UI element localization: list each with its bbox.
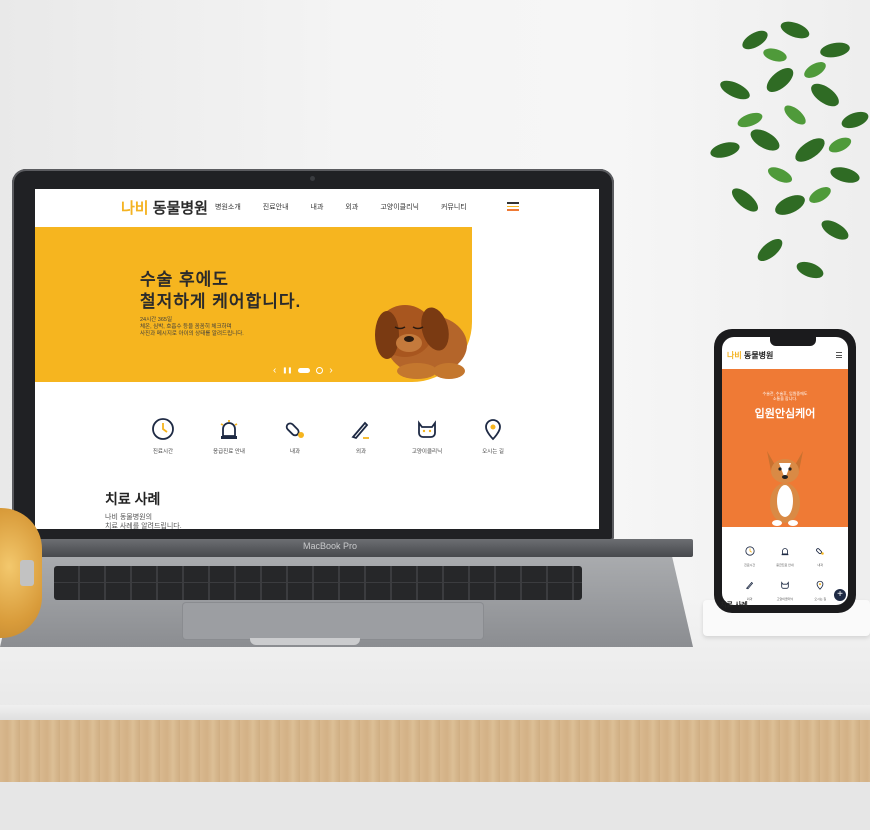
slider-dot-active[interactable] — [298, 368, 311, 373]
laptop-model-label: MacBook Pro — [302, 541, 358, 551]
keyboard-row-divider — [54, 582, 582, 583]
quick-item-hours[interactable]: 진료시간 — [133, 417, 193, 455]
quick-item-label: 외과 — [355, 449, 367, 455]
quick-item-emergency[interactable]: 응급진료 안내 — [199, 417, 259, 455]
clock-icon — [152, 418, 174, 440]
quick-menu: 진료시간 응급진료 안내 내과 외과 고양이클리닉 오시는 길 — [133, 417, 523, 455]
cat-icon — [418, 420, 436, 438]
clock-icon — [745, 546, 755, 556]
mobile-quick-internal[interactable]: 내과 — [803, 543, 838, 567]
pill-icon — [285, 422, 304, 438]
desktop-nav: 나비 동물병원 병원소개 진료안내 내과 외과 고양이클리닉 커뮤니티 — [35, 189, 599, 227]
scalpel-icon — [745, 581, 753, 590]
case-section-title: 치료 사례 — [105, 491, 161, 507]
slider-pause-button[interactable]: ❚❚ — [282, 367, 292, 374]
slider-prev-button[interactable]: ‹ — [273, 365, 276, 376]
mobile-quick-menu: 진료시간 응급진료 안내 내과 외과 고양이클리닉 오시는 길 — [732, 543, 838, 601]
location-pin-icon — [816, 580, 824, 590]
quick-item-internal[interactable]: 내과 — [265, 417, 325, 455]
phone-screen: 나비 동물병원 수술전, 수술후, 입원중에도 소통을 합니다. 입원안심케어 … — [722, 337, 848, 605]
mobile-quick-label: 응급진료 안내 — [776, 563, 794, 567]
smartphone: 나비 동물병원 수술전, 수술후, 입원중에도 소통을 합니다. 입원안심케어 … — [714, 329, 856, 613]
mobile-logo[interactable]: 나비 동물병원 — [727, 350, 773, 361]
pill-icon — [816, 548, 825, 555]
slider-dot[interactable] — [316, 367, 324, 374]
mobile-quick-emergency[interactable]: 응급진료 안내 — [767, 543, 802, 567]
menu-item-treatment-info[interactable]: 진료안내 — [263, 202, 289, 212]
corgi-puppy-image — [767, 451, 803, 526]
headphone-hinge — [20, 560, 34, 586]
quick-item-cat-clinic[interactable]: 고양이클리닉 — [397, 417, 457, 455]
location-pin-icon — [485, 419, 501, 441]
floor — [0, 782, 870, 830]
menu-item-community[interactable]: 커뮤니티 — [441, 202, 467, 212]
mobile-quick-label: 내과 — [817, 563, 824, 567]
mobile-hero-title: 입원안심케어 — [754, 408, 816, 420]
scalpel-icon — [351, 421, 369, 440]
mobile-quick-label: 오시는 길 — [814, 597, 827, 601]
case-section-subtitle: 나비 동물병원의 치료 사례를 알려드립니다. — [105, 514, 182, 529]
mobile-hero-banner: 수술전, 수술후, 입원중에도 소통을 합니다. 입원안심케어 — [722, 369, 848, 527]
mobile-quick-surgery[interactable]: 외과 — [732, 577, 767, 601]
mobile-logo-primary: 나비 — [727, 351, 742, 360]
menu-item-surgery[interactable]: 외과 — [345, 202, 358, 212]
hamburger-menu-icon[interactable] — [507, 202, 519, 211]
quick-item-label: 내과 — [289, 449, 301, 455]
slider-controls: ‹ ❚❚ › — [273, 365, 333, 376]
mobile-fab-add-button[interactable]: + — [834, 589, 846, 601]
quick-item-location[interactable]: 오시는 길 — [463, 417, 523, 455]
logo-text-secondary: 동물병원 — [148, 200, 208, 217]
desktop-logo[interactable]: 나비 동물병원 — [121, 197, 208, 218]
plant-decoration — [710, 21, 869, 279]
laptop-lid: 나비 동물병원 병원소개 진료안내 내과 외과 고양이클리닉 커뮤니티 수술 후… — [12, 169, 614, 541]
logo-text-primary: 나비 — [121, 200, 149, 217]
mobile-case-title: 치료 사례 — [720, 602, 748, 609]
menu-item-cat-clinic[interactable]: 고양이클리닉 — [380, 202, 419, 212]
desktop-menu: 병원소개 진료안내 내과 외과 고양이클리닉 커뮤니티 — [215, 202, 489, 212]
quick-item-label: 응급진료 안내 — [213, 449, 245, 455]
siren-icon — [220, 420, 238, 439]
laptop-trackpad — [183, 603, 483, 639]
mobile-quick-label: 진료시간 — [744, 563, 756, 567]
menu-item-internal-medicine[interactable]: 내과 — [311, 202, 324, 212]
quick-item-label: 고양이클리닉 — [411, 449, 443, 455]
quick-item-surgery[interactable]: 외과 — [331, 417, 391, 455]
sleeping-puppy-image — [375, 305, 467, 379]
mobile-quick-label: 고양이클리닉 — [776, 597, 794, 601]
laptop-camera — [310, 176, 315, 181]
mobile-logo-secondary: 동물병원 — [741, 351, 774, 360]
menu-item-about[interactable]: 병원소개 — [215, 202, 241, 212]
siren-icon — [781, 548, 789, 556]
hero-title: 수술 후에도 철저하게 케어합니다. — [140, 270, 302, 311]
laptop-screen: 나비 동물병원 병원소개 진료안내 내과 외과 고양이클리닉 커뮤니티 수술 후… — [35, 189, 599, 529]
quick-item-label: 오시는 길 — [482, 449, 504, 455]
laptop-front-notch — [250, 638, 360, 645]
laptop-keyboard — [54, 566, 582, 600]
mobile-quick-location[interactable]: 오시는 길 — [803, 577, 838, 601]
mobile-quick-cat-clinic[interactable]: 고양이클리닉 — [767, 577, 802, 601]
quick-item-label: 진료시간 — [152, 449, 174, 455]
slider-next-button[interactable]: › — [329, 365, 332, 376]
cat-icon — [781, 581, 789, 589]
mobile-hamburger-icon[interactable] — [836, 352, 842, 360]
hero-subtitle: 24시간 365일 체온, 심박, 호흡수 등을 꼼꼼히 체크하며 사진과 메시… — [140, 317, 244, 337]
phone-notch — [770, 337, 816, 346]
mobile-quick-hours[interactable]: 진료시간 — [732, 543, 767, 567]
mobile-hero-subtitle: 수술전, 수술후, 입원중에도 소통을 합니다. — [762, 391, 808, 401]
desk-wood-panel — [0, 720, 870, 782]
